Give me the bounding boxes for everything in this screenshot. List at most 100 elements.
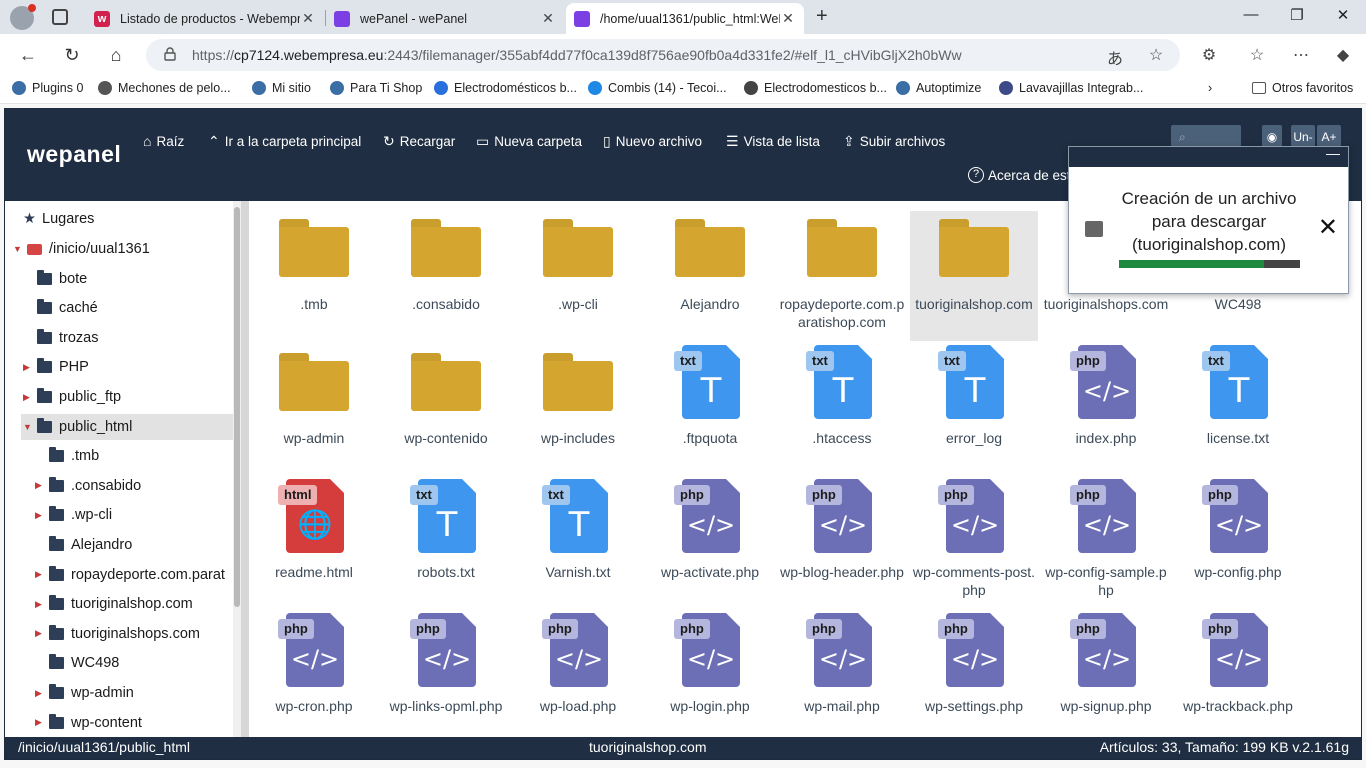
toolbar-reload-button[interactable]: ↻ Recargar	[383, 133, 455, 150]
collapsed-arrow-icon[interactable]: ▶	[35, 510, 45, 521]
tree-item[interactable]: trozas	[5, 325, 233, 351]
collapsed-arrow-icon[interactable]: ▶	[35, 599, 45, 610]
file-item[interactable]: php </> wp-config.php	[1174, 479, 1302, 609]
tree-item[interactable]: ▶ PHP	[5, 354, 233, 380]
tree-item[interactable]: ▼ public_html	[21, 413, 233, 440]
file-item[interactable]: php </> wp-settings.php	[910, 613, 1038, 737]
tree-item[interactable]: WC498	[5, 650, 233, 676]
collapsed-arrow-icon[interactable]: ▶	[35, 628, 45, 639]
back-button[interactable]: ←	[16, 43, 40, 67]
tree-item[interactable]: ▶ public_ftp	[5, 384, 233, 410]
browser-tab[interactable]: w Listado de productos - Webempre ✕	[86, 3, 324, 34]
tree-item[interactable]: ▶ .consabido	[5, 473, 233, 499]
file-item[interactable]: php </> wp-mail.php	[778, 613, 906, 737]
bookmarks-overflow-icon[interactable]: ›	[1208, 81, 1212, 95]
file-item[interactable]: txt T error_log	[910, 345, 1038, 475]
file-item[interactable]: txt T .htaccess	[778, 345, 906, 475]
profile-avatar[interactable]	[10, 4, 36, 30]
bookmark-item[interactable]: Autoptimize	[896, 81, 981, 95]
more-menu-icon[interactable]: ⋯	[1290, 45, 1312, 65]
close-tab-icon[interactable]: ✕	[540, 10, 556, 27]
folder-item[interactable]: ropaydeporte.com.paratishop.com	[778, 211, 906, 341]
expanded-arrow-icon[interactable]: ▼	[13, 244, 23, 254]
toolbar-up-button[interactable]: ⌃ Ir a la carpeta principal	[208, 133, 361, 150]
places-header[interactable]: ★ Lugares	[23, 206, 94, 232]
close-tab-icon[interactable]: ✕	[780, 10, 796, 27]
reload-button[interactable]: ↻	[60, 43, 84, 67]
folder-item[interactable]: .wp-cli	[514, 211, 642, 341]
bookmark-item[interactable]: Electrodomesticos b...	[744, 81, 887, 95]
tree-item[interactable]: ▶ wp-content	[5, 710, 233, 736]
file-item[interactable]: txt T .ftpquota	[646, 345, 774, 475]
bookmark-item[interactable]: Plugins 0	[12, 81, 83, 95]
bookmark-item[interactable]: Mi sitio	[252, 81, 311, 95]
tree-item[interactable]: ▶ wp-admin	[5, 680, 233, 706]
file-item[interactable]: php </> wp-login.php	[646, 613, 774, 737]
copilot-icon[interactable]: ◆	[1332, 45, 1354, 65]
tree-item[interactable]: ▶ tuoriginalshop.com	[5, 591, 233, 617]
browser-tab[interactable]: /home/uual1361/public_html:WeP ✕	[566, 3, 804, 34]
expanded-arrow-icon[interactable]: ▼	[23, 422, 33, 432]
close-window-button[interactable]: ✕	[1320, 6, 1366, 24]
toolbar-home-button[interactable]: ⌂ Raíz	[143, 133, 184, 149]
file-item[interactable]: txt T Varnish.txt	[514, 479, 642, 609]
tree-item[interactable]: ▼ /inicio/uual1361	[5, 236, 233, 262]
file-item[interactable]: txt T robots.txt	[382, 479, 510, 609]
file-item[interactable]: php </> wp-load.php	[514, 613, 642, 737]
collapsed-arrow-icon[interactable]: ▶	[23, 392, 33, 403]
maximize-button[interactable]: ❐	[1274, 6, 1320, 24]
close-tab-icon[interactable]: ✕	[300, 10, 316, 27]
about-button[interactable]: ? Acerca de est	[968, 167, 1071, 183]
browser-tab[interactable]: wePanel - wePanel ✕	[326, 3, 564, 34]
favorites-icon[interactable]: ☆	[1246, 45, 1268, 65]
url-field[interactable]: https://cp7124.webempresa.eu:2443/filema…	[146, 39, 1180, 71]
file-item[interactable]: php </> wp-trackback.php	[1174, 613, 1302, 737]
folder-item[interactable]: Alejandro	[646, 211, 774, 341]
folder-item[interactable]: wp-contenido	[382, 345, 510, 475]
folder-item[interactable]: .tmb	[250, 211, 378, 341]
folder-item[interactable]: wp-includes	[514, 345, 642, 475]
minimize-dialog-button[interactable]: —	[1326, 145, 1340, 161]
file-item[interactable]: php </> wp-signup.php	[1042, 613, 1170, 737]
tree-item[interactable]: ▶ ropaydeporte.com.parat	[5, 562, 233, 588]
file-item[interactable]: php </> wp-links-opml.php	[382, 613, 510, 737]
toolbar-list-button[interactable]: ☰ Vista de lista	[726, 133, 820, 150]
other-favorites[interactable]: Otros favoritos	[1252, 81, 1353, 95]
folder-item[interactable]: tuoriginalshop.com	[910, 211, 1038, 341]
sidebar-scroll-thumb[interactable]	[234, 207, 240, 607]
extensions-icon[interactable]: ⚙	[1198, 45, 1220, 65]
tree-item[interactable]: ▶ tuoriginalshops.com	[5, 621, 233, 647]
toolbar-file-button[interactable]: ▯ Nuevo archivo	[603, 133, 702, 150]
collapsed-arrow-icon[interactable]: ▶	[23, 362, 33, 373]
tab-actions-icon[interactable]	[52, 9, 68, 25]
folder-item[interactable]: wp-admin	[250, 345, 378, 475]
bookmark-item[interactable]: Electrodomésticos b...	[434, 81, 577, 95]
file-item[interactable]: html 🌐 readme.html	[250, 479, 378, 609]
bookmark-item[interactable]: Para Ti Shop	[330, 81, 422, 95]
site-info-icon[interactable]	[164, 47, 176, 61]
bookmark-item[interactable]: Mechones de pelo...	[98, 81, 231, 95]
collapsed-arrow-icon[interactable]: ▶	[35, 688, 45, 699]
file-item[interactable]: php </> wp-comments-post.php	[910, 479, 1038, 609]
translate-icon[interactable]: あ	[1104, 45, 1126, 69]
panel-resizer[interactable]	[241, 201, 249, 737]
file-item[interactable]: txt T license.txt	[1174, 345, 1302, 475]
minimize-button[interactable]: —	[1228, 6, 1274, 23]
bookmark-item[interactable]: Combis (14) - Tecoi...	[588, 81, 727, 95]
home-button[interactable]: ⌂	[104, 43, 128, 67]
favorite-star-icon[interactable]: ☆	[1145, 45, 1167, 65]
collapsed-arrow-icon[interactable]: ▶	[35, 569, 45, 580]
file-item[interactable]: php </> index.php	[1042, 345, 1170, 475]
folder-item[interactable]: .consabido	[382, 211, 510, 341]
tree-item[interactable]: caché	[5, 295, 233, 321]
collapsed-arrow-icon[interactable]: ▶	[35, 480, 45, 491]
toolbar-folder-button[interactable]: ▭ Nueva carpeta	[476, 133, 582, 150]
tree-item[interactable]: ▶ .wp-cli	[5, 502, 233, 528]
file-item[interactable]: php </> wp-activate.php	[646, 479, 774, 609]
tree-item[interactable]: bote	[5, 266, 233, 292]
tree-item[interactable]: Alejandro	[5, 532, 233, 558]
file-item[interactable]: php </> wp-config-sample.php	[1042, 479, 1170, 609]
file-item[interactable]: php </> wp-cron.php	[250, 613, 378, 737]
close-dialog-button[interactable]: ✕	[1318, 213, 1338, 242]
tree-item[interactable]: .tmb	[5, 443, 233, 469]
